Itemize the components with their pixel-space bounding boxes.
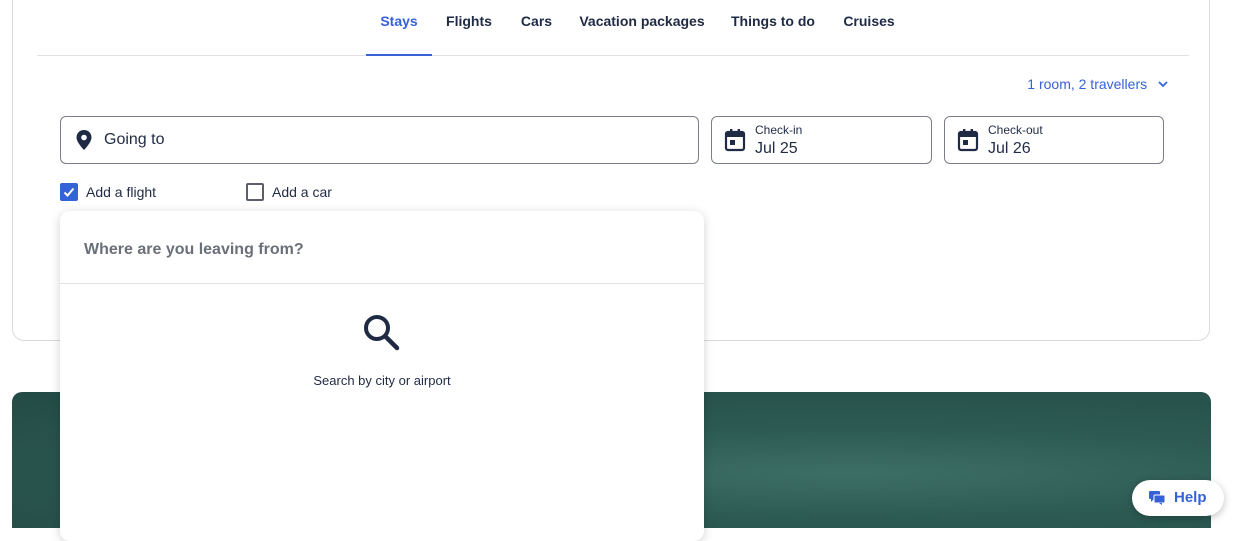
check-in-value: Jul 25 (755, 140, 798, 157)
origin-input[interactable]: Where are you leaving from? (84, 241, 304, 259)
chat-icon (1149, 491, 1165, 505)
check-out-value: Jul 26 (988, 140, 1031, 157)
going-to-label: Going to (104, 131, 165, 148)
tab-stays[interactable]: Stays (366, 13, 432, 56)
going-to-field[interactable]: Going to (60, 116, 699, 164)
tab-cruises[interactable]: Cruises (829, 13, 909, 56)
tab-flights[interactable]: Flights (433, 13, 505, 56)
tab-cars[interactable]: Cars (509, 13, 564, 56)
help-label: Help (1174, 489, 1207, 506)
checkmark-icon (63, 187, 75, 197)
calendar-icon (724, 129, 746, 152)
tab-vacation-packages[interactable]: Vacation packages (567, 13, 717, 56)
check-out-field[interactable]: Check-out Jul 26 (944, 116, 1164, 164)
help-button[interactable]: Help (1132, 480, 1224, 516)
travellers-selector[interactable]: 1 room, 2 travellers (1027, 76, 1169, 92)
add-flight-label: Add a flight (86, 184, 157, 200)
search-hint: Search by city or airport (313, 373, 451, 388)
check-out-label: Check-out (988, 123, 1043, 137)
tab-things-to-do[interactable]: Things to do (721, 13, 825, 56)
check-in-label: Check-in (755, 123, 803, 137)
origin-dropdown: Where are you leaving from? Search by ci… (60, 211, 704, 541)
checkbox-checked[interactable] (60, 183, 78, 201)
check-in-field[interactable]: Check-in Jul 25 (711, 116, 932, 164)
calendar-icon (957, 129, 979, 152)
add-car-label: Add a car (272, 184, 332, 200)
search-icon (364, 315, 400, 351)
tab-bar: Stays Flights Cars Vacation packages Thi… (37, 0, 1189, 56)
map-pin-icon (76, 130, 92, 150)
travellers-label: 1 room, 2 travellers (1027, 76, 1148, 92)
checkbox-unchecked[interactable] (246, 183, 264, 201)
chevron-down-icon (1158, 81, 1168, 88)
origin-input-row[interactable]: Where are you leaving from? (60, 211, 704, 284)
